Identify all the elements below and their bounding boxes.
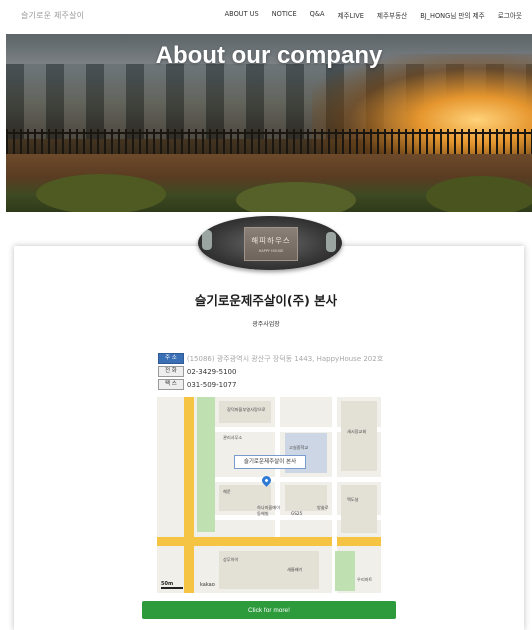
hero-title: About our company [155,42,383,69]
brand-logo[interactable]: 슬기로운 제주살이 [21,10,84,21]
map-block [341,485,377,533]
nav-about-us[interactable]: ABOUT US [225,10,259,20]
map-place-label: 장덕마을부영사랑으로 [227,407,266,412]
map-place-label: 우리마트 [357,577,373,582]
map-park [335,551,355,591]
nav-notice[interactable]: NOTICE [272,10,297,20]
hero-bush [426,176,532,212]
map-location-label: 슬기로운제주살이 본사 [234,455,306,469]
map-place-label: GS25 [291,511,303,516]
map-place-label: 방솔로 [317,505,329,510]
hero-banner: About our company [6,34,532,212]
map-road [215,477,381,482]
fax-value: 031-509-1077 [186,380,237,389]
logo-stone: 해피하우스 HAPPY HOUSE [244,227,298,261]
hero-bush [236,182,356,212]
map-block [341,401,377,471]
map-place-label: 새시장교회 [347,429,367,434]
lamp-icon [326,232,336,252]
map-place-label: 맥도날 [347,497,359,502]
click-for-more-button[interactable]: Click for more! [142,601,396,619]
nav-bj-hong-jeju[interactable]: BJ_HONG님 만의 제주 [420,10,484,20]
nav-jeju-realestate[interactable]: 제주부동산 [377,10,407,20]
address-row: 주 소 (15086) 광주광역시 광산구 장덕동 1443, HappyHou… [158,353,383,364]
phone-row: 전 화 02-3429-5100 [158,366,236,377]
company-subtitle: 광주사업장 [252,321,280,328]
nav-qna[interactable]: Q&A [310,10,325,20]
logo-text: 해피하우스 [251,236,291,245]
address-label: 주 소 [158,353,184,364]
map-place-label: 새롬배기 [287,567,303,572]
location-map[interactable]: 장덕마을부영사랑으로 관리사무소 고실중학교 새시장교회 해운 하나마을메이 동… [157,397,381,593]
nav-menu: ABOUT US NOTICE Q&A 제주LIVE 제주부동산 BJ_HONG… [212,10,522,20]
fax-label: 팩 스 [158,379,184,390]
map-road-major [184,397,194,593]
company-name: 슬기로운제주살이(주) 본사 [194,293,338,308]
fax-row: 팩 스 031-509-1077 [158,379,236,390]
navbar: 슬기로운 제주살이 ABOUT US NOTICE Q&A 제주LIVE 제주부… [0,0,532,32]
lamp-icon [202,230,212,250]
phone-label: 전 화 [158,366,184,377]
hero-bush [36,174,166,212]
nav-logout[interactable]: 로그아웃 [498,10,522,20]
company-logo: 해피하우스 HAPPY HOUSE [198,216,342,270]
map-scale-bar [161,587,183,589]
map-park [197,397,215,532]
map-provider-logo: kakao [200,582,215,588]
map-place-label: 상무아이 [223,557,239,562]
logo-subtext: HAPPY HOUSE [258,249,284,253]
map-place-label: 관리사무소 [223,435,243,440]
nav-jeju-live[interactable]: 제주LIVE [337,10,363,20]
phone-value: 02-3429-5100 [186,367,237,376]
map-place-label: 동해빌 [257,511,269,516]
address-value: (15086) 광주광역시 광산구 장덕동 1443, HappyHouse 2… [186,354,384,363]
map-place-label: 해운 [223,489,231,494]
map-road-major [157,537,381,546]
map-place-label: 고실중학교 [289,445,309,450]
